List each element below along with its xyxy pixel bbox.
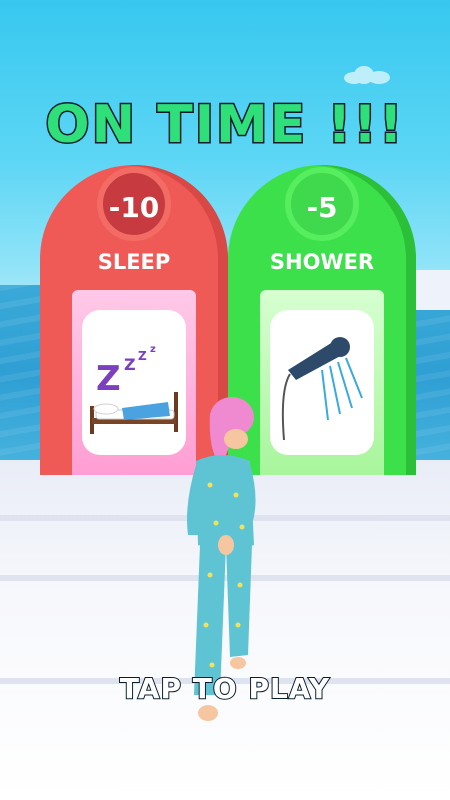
gate-label: SLEEP bbox=[97, 250, 171, 274]
tap-to-play-prompt[interactable]: TAP TO PLAY bbox=[0, 671, 450, 706]
gate-label: SHOWER bbox=[269, 250, 375, 274]
cloud-icon bbox=[344, 66, 390, 84]
gate-card bbox=[270, 310, 374, 455]
svg-text:z: z bbox=[150, 344, 156, 355]
svg-text:Z: Z bbox=[138, 349, 147, 363]
gate-value-badge: -5 bbox=[285, 167, 359, 241]
road-block bbox=[410, 270, 450, 310]
shower-icon bbox=[281, 337, 363, 441]
svg-text:Z: Z bbox=[124, 355, 136, 374]
headline-title: ON TIME !!! bbox=[44, 94, 405, 157]
gate-value: -10 bbox=[108, 191, 160, 224]
gate-value-badge: -10 bbox=[97, 167, 171, 241]
game-scene[interactable]: ON TIME !!! -10 SLEEP Z Z Z z -5 SHOWER … bbox=[0, 0, 450, 800]
svg-text:Z: Z bbox=[96, 359, 121, 399]
gate-value: -5 bbox=[306, 191, 338, 224]
